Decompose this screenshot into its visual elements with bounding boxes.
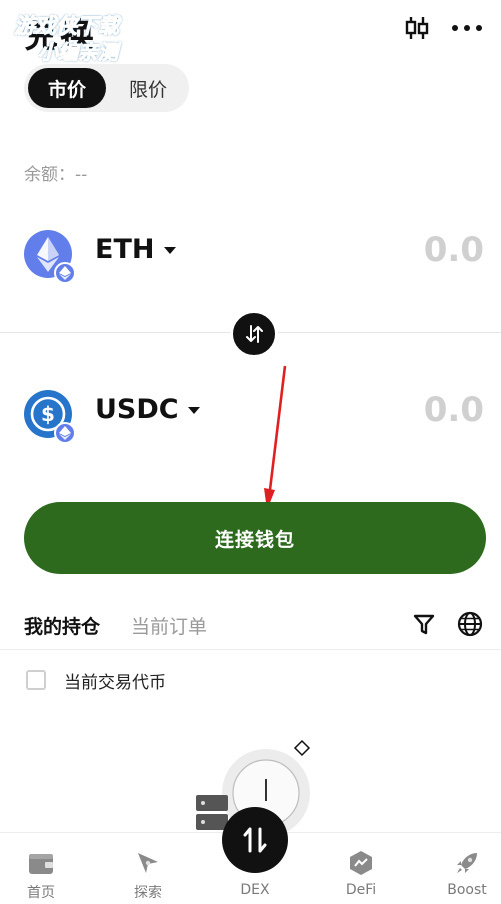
eth-chain-badge-icon: [54, 262, 76, 284]
eth-chain-badge-icon: [54, 422, 76, 444]
to-amount-input[interactable]: 0.0: [424, 390, 484, 430]
current-token-checkbox[interactable]: [26, 670, 46, 690]
tab-current-orders[interactable]: 当前订单: [131, 612, 207, 639]
chevron-down-icon[interactable]: [164, 247, 176, 254]
nav-item-explore[interactable]: 探索: [103, 833, 193, 904]
swap-direction-icon[interactable]: [230, 310, 278, 358]
nav-label-boost: Boost: [447, 882, 487, 898]
globe-icon[interactable]: [456, 610, 484, 638]
connect-wallet-button[interactable]: 连接钱包: [24, 502, 486, 574]
tab-holdings[interactable]: 我的持仓: [24, 612, 100, 639]
compass-icon: [134, 849, 162, 877]
swap-vertical-icon[interactable]: [222, 807, 288, 873]
nav-label-dex: DEX: [240, 882, 270, 898]
order-type-toggle: 市价 限价: [24, 64, 189, 112]
more-dots-icon[interactable]: [451, 12, 483, 44]
header: 兑换 游戏侠下载 小编亲测: [0, 0, 501, 65]
rocket-icon: [453, 849, 481, 877]
filter-icon[interactable]: [410, 610, 438, 638]
chevron-down-icon[interactable]: [188, 407, 200, 414]
to-token-row: $ USDC 0.0: [0, 386, 501, 456]
from-token-symbol[interactable]: ETH: [95, 234, 154, 265]
nav-label-explore: 探索: [134, 885, 162, 901]
page-title: 兑换: [24, 16, 96, 56]
balance-text: 余额：--: [24, 165, 88, 185]
wallet-icon: [27, 849, 55, 877]
candlestick-icon[interactable]: [401, 12, 433, 44]
market-order-tab[interactable]: 市价: [28, 68, 106, 108]
defi-chart-icon: [347, 849, 375, 877]
limit-order-tab[interactable]: 限价: [110, 68, 186, 108]
nav-label-home: 首页: [27, 885, 55, 901]
holdings-tabs: 我的持仓 当前订单: [0, 600, 501, 650]
current-token-label: 当前交易代币: [64, 673, 166, 693]
nav-item-boost[interactable]: Boost: [422, 833, 501, 904]
from-token-row: ETH 0.0: [0, 226, 501, 296]
nav-item-home[interactable]: 首页: [0, 833, 86, 904]
nav-item-defi[interactable]: DeFi: [316, 833, 406, 904]
nav-label-defi: DeFi: [345, 882, 377, 898]
to-token-symbol[interactable]: USDC: [95, 394, 179, 425]
svg-text:$: $: [41, 402, 55, 426]
from-amount-input[interactable]: 0.0: [424, 230, 484, 270]
